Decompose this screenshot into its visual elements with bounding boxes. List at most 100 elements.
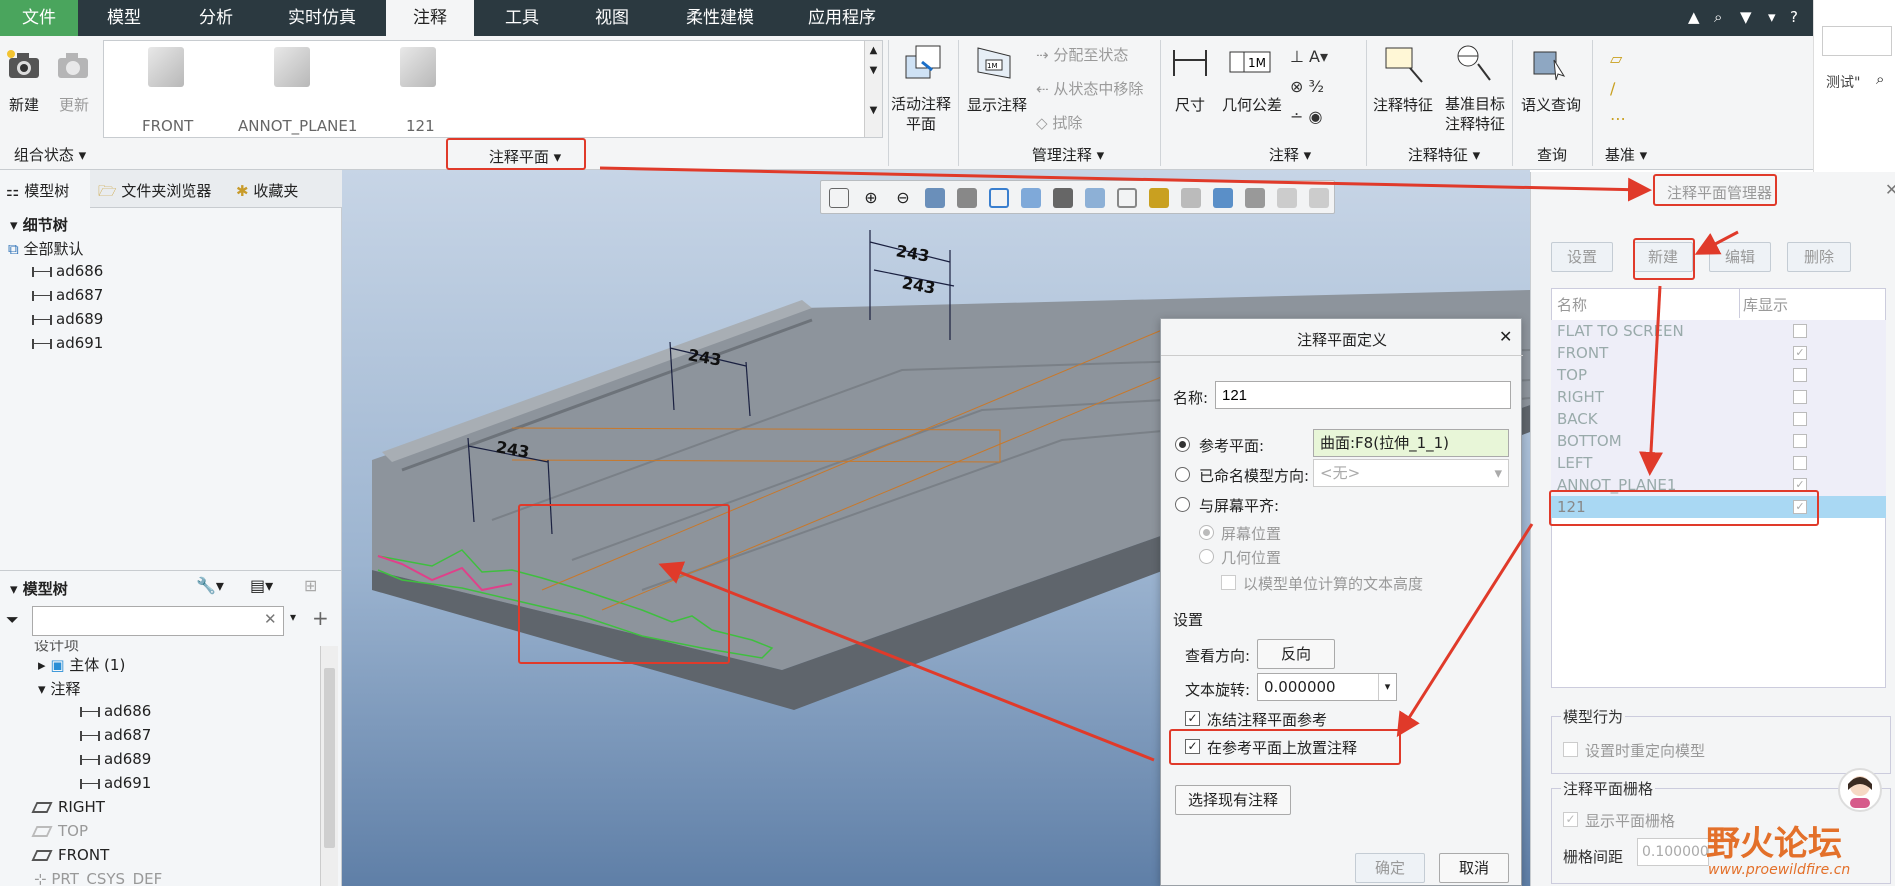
edit-button[interactable]: 编辑: [1709, 242, 1771, 272]
new-combo-state-button[interactable]: 新建: [4, 94, 44, 115]
annotation-group-dropdown[interactable]: 注释 ▾: [1260, 144, 1320, 165]
perspective-icon[interactable]: [1053, 188, 1073, 208]
tree-settings-icon[interactable]: 🔧▾: [196, 576, 224, 595]
tab-model[interactable]: 模型: [96, 0, 152, 36]
table-row[interactable]: FLAT TO SCREEN: [1551, 320, 1886, 342]
column-header-name[interactable]: 名称: [1557, 294, 1587, 315]
table-row[interactable]: ad691: [80, 774, 151, 792]
zoom-in-icon[interactable]: ⊕: [861, 188, 881, 208]
ref-plane-radio[interactable]: [1175, 437, 1190, 452]
tab-flexible-modeling[interactable]: 柔性建模: [678, 0, 762, 36]
repaint-icon[interactable]: [925, 188, 945, 208]
tab-file[interactable]: 文件: [0, 0, 78, 36]
model-tree-scrollbar[interactable]: [320, 646, 338, 886]
tree-filter-icon[interactable]: ⊞: [304, 576, 317, 595]
combo-state-group-label[interactable]: 组合状态 ▾: [10, 144, 90, 165]
grid-spacing-input[interactable]: 0.100000: [1637, 838, 1709, 866]
list-item[interactable]: ad689: [32, 310, 103, 328]
table-row[interactable]: RIGHT: [1551, 386, 1886, 408]
detail-tree-header[interactable]: ▾ 细节树: [10, 214, 68, 235]
tree-row-plane-front[interactable]: FRONT: [31, 846, 109, 864]
text-rotation-input[interactable]: 0.000000 ▾: [1257, 673, 1397, 701]
spin-center-icon[interactable]: [1245, 188, 1265, 208]
gallery-item-annot-plane1[interactable]: ANNOT_PLANE1: [238, 117, 357, 135]
tree-row-plane-right[interactable]: RIGHT: [31, 798, 105, 816]
annotation-feature-button[interactable]: 注释特征: [1370, 94, 1436, 115]
list-item[interactable]: ad687: [32, 286, 103, 304]
library-display-checkbox[interactable]: [1793, 390, 1807, 404]
manage-annotation-dropdown[interactable]: 管理注释 ▾: [1018, 144, 1118, 165]
semantic-query-button[interactable]: 语义查询: [1518, 94, 1584, 115]
detail-tree-root[interactable]: ⧉ 全部默认: [8, 238, 84, 259]
table-row[interactable]: BACK: [1551, 408, 1886, 430]
tab-tools[interactable]: 工具: [494, 0, 550, 36]
table-row[interactable]: TOP: [1551, 364, 1886, 386]
tree-row-partial[interactable]: 设计项: [34, 640, 79, 655]
avatar[interactable]: [1838, 768, 1882, 812]
refit-icon[interactable]: [1309, 188, 1329, 208]
tree-row-csys[interactable]: ⊹ PRT_CSYS_DEF: [34, 870, 162, 886]
gallery-item-front[interactable]: FRONT: [142, 117, 193, 135]
plane-display-icon[interactable]: [1149, 188, 1169, 208]
zoom-out-icon[interactable]: ⊖: [893, 188, 913, 208]
close-icon[interactable]: ✕: [1885, 180, 1895, 199]
annotation-display-icon[interactable]: [1181, 188, 1201, 208]
tab-favorites[interactable]: ✱ 收藏夹: [236, 180, 298, 201]
table-row[interactable]: BOTTOM: [1551, 430, 1886, 452]
library-display-checkbox[interactable]: ✓: [1793, 346, 1807, 360]
tree-columns-icon[interactable]: ▤▾: [250, 576, 273, 595]
datum-small-icons[interactable]: ▱ ∕ ⋯: [1610, 44, 1634, 134]
geometric-tolerance-button[interactable]: 几何公差: [1216, 94, 1288, 115]
annotation-small-icons[interactable]: ⊥ A▾ ⊗ ³⁄₂ ∸ ◉: [1290, 42, 1360, 132]
zoom-fit-icon[interactable]: [829, 188, 849, 208]
annotation-feature-group-dropdown[interactable]: 注释特征 ▾: [1394, 144, 1494, 165]
cancel-button[interactable]: 取消: [1439, 853, 1509, 883]
dimension-icon[interactable]: [1170, 46, 1210, 80]
add-icon[interactable]: +: [312, 606, 329, 630]
gallery-scrollbar[interactable]: ▲ ▼ ▼: [864, 41, 882, 137]
datum-target-feature-button[interactable]: 基准目标注释特征: [1440, 94, 1510, 134]
show-annotation-icon[interactable]: 1M: [974, 42, 1016, 84]
tab-realtime-sim[interactable]: 实时仿真: [280, 0, 364, 36]
library-display-checkbox[interactable]: [1793, 434, 1807, 448]
tab-applications[interactable]: 应用程序: [800, 0, 884, 36]
tab-annotate[interactable]: 注释: [386, 0, 474, 36]
saved-views-icon[interactable]: [989, 188, 1009, 208]
ok-button[interactable]: 确定: [1355, 853, 1425, 883]
plane-cube-icon[interactable]: [148, 47, 184, 87]
help-icon[interactable]: ?: [1790, 8, 1798, 26]
tab-folder-browser[interactable]: 🗁 文件夹浏览器: [98, 180, 211, 206]
tab-view[interactable]: 视图: [584, 0, 640, 36]
library-display-checkbox[interactable]: [1793, 412, 1807, 426]
delete-button[interactable]: 删除: [1787, 242, 1851, 272]
table-row[interactable]: ad686: [80, 702, 151, 720]
ref-plane-collector[interactable]: 曲面:F8(拉伸_1_1): [1313, 429, 1509, 457]
library-display-checkbox[interactable]: [1793, 368, 1807, 382]
semantic-query-icon[interactable]: [1530, 42, 1570, 84]
library-display-checkbox[interactable]: [1793, 456, 1807, 470]
active-plane-icon[interactable]: [902, 42, 944, 84]
gallery-item-121[interactable]: 121: [406, 117, 435, 135]
column-header-library[interactable]: 库显示: [1743, 294, 1788, 315]
flip-button[interactable]: 反向: [1257, 639, 1335, 669]
display-style-icon[interactable]: [957, 188, 977, 208]
clear-icon[interactable]: ✕: [264, 610, 277, 628]
close-icon[interactable]: ✕: [1499, 327, 1512, 346]
graduation-cap-icon[interactable]: ▼: [1740, 8, 1752, 26]
name-input[interactable]: [1215, 381, 1511, 409]
set-button[interactable]: 设置: [1551, 242, 1613, 272]
table-row[interactable]: ad689: [80, 750, 151, 768]
pause-icon[interactable]: [1277, 188, 1297, 208]
tree-row-annotations[interactable]: ▾ 注释: [38, 678, 80, 699]
list-item[interactable]: ad686: [32, 262, 103, 280]
section-icon[interactable]: [1085, 188, 1105, 208]
tab-model-tree[interactable]: ⚏ 模型树: [0, 170, 90, 208]
datum-group-dropdown[interactable]: 基准 ▾: [1596, 144, 1656, 165]
search-icon[interactable]: ⌕: [1714, 8, 1722, 26]
library-display-checkbox[interactable]: [1793, 324, 1807, 338]
plane-cube-icon[interactable]: [400, 47, 436, 87]
table-row[interactable]: LEFT: [1551, 452, 1886, 474]
named-view-select[interactable]: <无> ▾: [1313, 459, 1509, 487]
active-annot-plane-button[interactable]: 活动注释平面: [886, 94, 956, 134]
csys-display-icon[interactable]: [1213, 188, 1233, 208]
